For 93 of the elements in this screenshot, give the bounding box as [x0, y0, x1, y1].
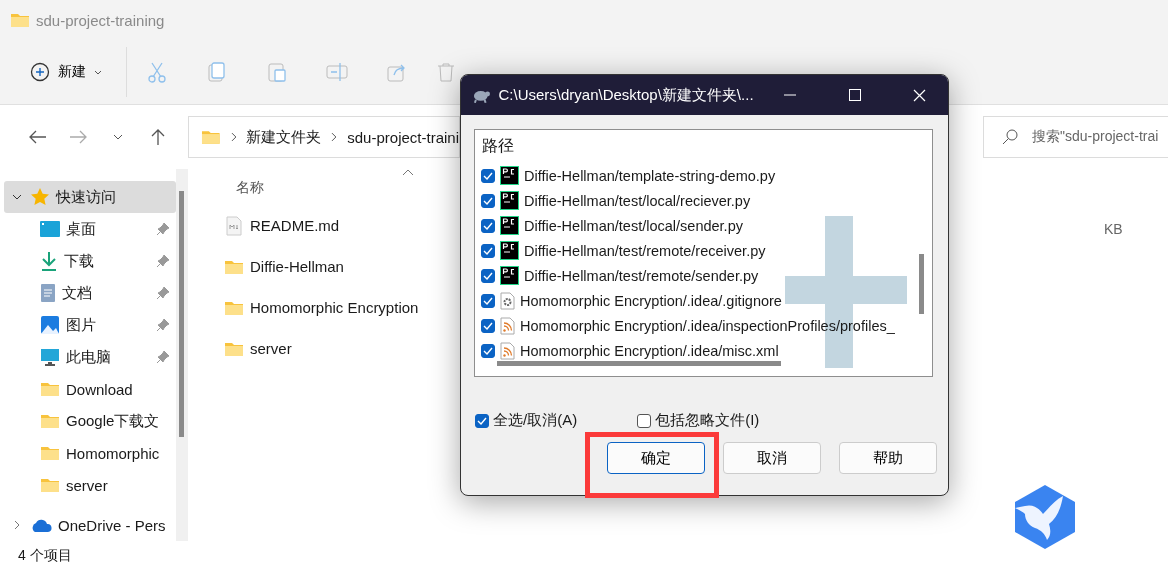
bird-app-icon[interactable]	[1013, 484, 1077, 550]
pycharm-icon	[500, 216, 519, 235]
file-path: Diffie-Hellman/test/local/reciever.py	[524, 192, 751, 209]
file-size: KB	[1104, 221, 1123, 237]
dialog-button[interactable]: 帮助	[839, 442, 937, 474]
file-path: Diffie-Hellman/test/local/sender.py	[524, 217, 743, 234]
caret-icon	[94, 69, 102, 75]
breadcrumb[interactable]: 新建文件夹	[246, 127, 322, 147]
folder-icon	[40, 413, 60, 429]
pictures-icon	[40, 315, 60, 335]
file-path: Homomorphic Encryption/.idea/inspectionProfiles/profiles_	[520, 317, 895, 334]
folder-icon	[40, 445, 60, 461]
new-button[interactable]: 新建	[24, 58, 108, 86]
sidebar-item[interactable]: 桌面	[4, 213, 176, 245]
address-bar[interactable]: 新建文件夹 sdu-project-traini	[188, 116, 460, 158]
dialog-button[interactable]: 确定	[607, 442, 705, 474]
sidebar-item[interactable]: Homomorphic	[4, 437, 176, 469]
search-icon	[1002, 129, 1018, 145]
file-name[interactable]: README.md	[250, 217, 340, 234]
sidebar-item[interactable]: server	[4, 469, 176, 501]
chevron-right-icon	[230, 132, 237, 142]
star-icon	[30, 187, 50, 207]
checkbox[interactable]	[481, 293, 495, 308]
file-name[interactable]: Homomorphic Encryption	[250, 299, 419, 316]
sidebar-item[interactable]: 文档	[4, 277, 176, 309]
checkbox[interactable]	[637, 413, 652, 428]
folder-icon	[224, 258, 244, 275]
pycharm-icon	[500, 241, 519, 260]
document-icon	[40, 283, 56, 303]
folder-icon	[201, 129, 221, 145]
file-path: Diffie-Hellman/template-string-demo.py	[524, 167, 776, 184]
download-icon	[40, 251, 58, 271]
file-name[interactable]: Diffie-Hellman	[250, 258, 344, 275]
cloud-icon	[30, 518, 52, 532]
pycharm-icon	[500, 166, 519, 185]
checkbox[interactable]	[481, 193, 495, 208]
sidebar-item[interactable]: 图片	[4, 309, 176, 341]
checkbox[interactable]	[481, 343, 495, 358]
checkbox[interactable]	[481, 168, 495, 183]
scrollbar-thumb[interactable]	[497, 361, 781, 366]
scrollbar-thumb[interactable]	[919, 254, 924, 314]
sort-caret-icon	[402, 169, 414, 176]
search-field[interactable]: 搜索"sdu-project-trai	[983, 116, 1168, 158]
breadcrumb[interactable]: sdu-project-traini	[347, 128, 459, 146]
plus-circle-icon	[30, 62, 50, 82]
file-path: Homomorphic Encryption/.idea/misc.xml	[520, 342, 779, 359]
checkbox[interactable]	[481, 318, 495, 333]
file-path: Homomorphic Encryption/.idea/.gitignore	[520, 292, 782, 309]
sidebar-item[interactable]: Google下载文	[4, 405, 176, 437]
checkbox[interactable]	[481, 268, 495, 283]
scrollbar-thumb[interactable]	[179, 191, 184, 437]
folder-icon	[10, 12, 30, 28]
checkbox[interactable]	[475, 413, 489, 428]
desktop-icon	[40, 220, 60, 238]
checkbox-label[interactable]: 包括忽略文件(I)	[655, 411, 760, 430]
settings-file-icon	[500, 291, 515, 310]
up-icon[interactable]	[151, 128, 165, 146]
file-path: Diffie-Hellman/test/remote/sender.py	[524, 267, 759, 284]
sidebar-item[interactable]: Download	[4, 373, 176, 405]
column-header[interactable]: 路径	[482, 137, 514, 154]
chevron-right-icon	[331, 132, 338, 142]
folder-icon	[40, 477, 60, 493]
chevron-down-icon[interactable]	[12, 194, 22, 200]
markdown-file-icon	[224, 215, 244, 236]
feed-file-icon	[500, 341, 515, 360]
sidebar-item[interactable]: OneDrive - Pers	[4, 509, 176, 541]
chevron-down-icon[interactable]	[113, 134, 123, 140]
forward-icon[interactable]	[69, 130, 87, 144]
computer-icon	[40, 347, 60, 367]
minimize-icon	[783, 94, 796, 96]
file-name[interactable]: server	[250, 340, 292, 357]
close-icon	[913, 88, 927, 102]
sidebar-item[interactable]: 此电脑	[4, 341, 176, 373]
checkbox[interactable]	[481, 243, 495, 258]
pycharm-icon	[500, 266, 519, 285]
sidebar-item[interactable]: 快速访问	[4, 181, 176, 213]
column-header[interactable]: 名称	[236, 179, 264, 197]
dialog-title: C:\Users\dryan\Desktop\新建文件夹\...	[498, 85, 754, 105]
item-count: 4 个项目	[18, 547, 72, 565]
checkbox[interactable]	[481, 218, 495, 233]
dialog-button[interactable]: 取消	[723, 442, 821, 474]
window-title: sdu-project-training	[36, 11, 165, 29]
folder-icon	[40, 381, 60, 397]
chevron-right-icon[interactable]	[14, 520, 20, 530]
folder-icon	[224, 299, 244, 316]
back-icon[interactable]	[29, 130, 47, 144]
file-path: Diffie-Hellman/test/remote/receiver.py	[524, 242, 766, 259]
checkbox-label[interactable]: 全选/取消(A)	[493, 411, 578, 430]
folder-icon	[224, 340, 244, 357]
sidebar-item[interactable]: 下载	[4, 245, 176, 277]
feed-file-icon	[500, 316, 515, 335]
pycharm-icon	[500, 191, 519, 210]
maximize-icon	[848, 89, 861, 101]
